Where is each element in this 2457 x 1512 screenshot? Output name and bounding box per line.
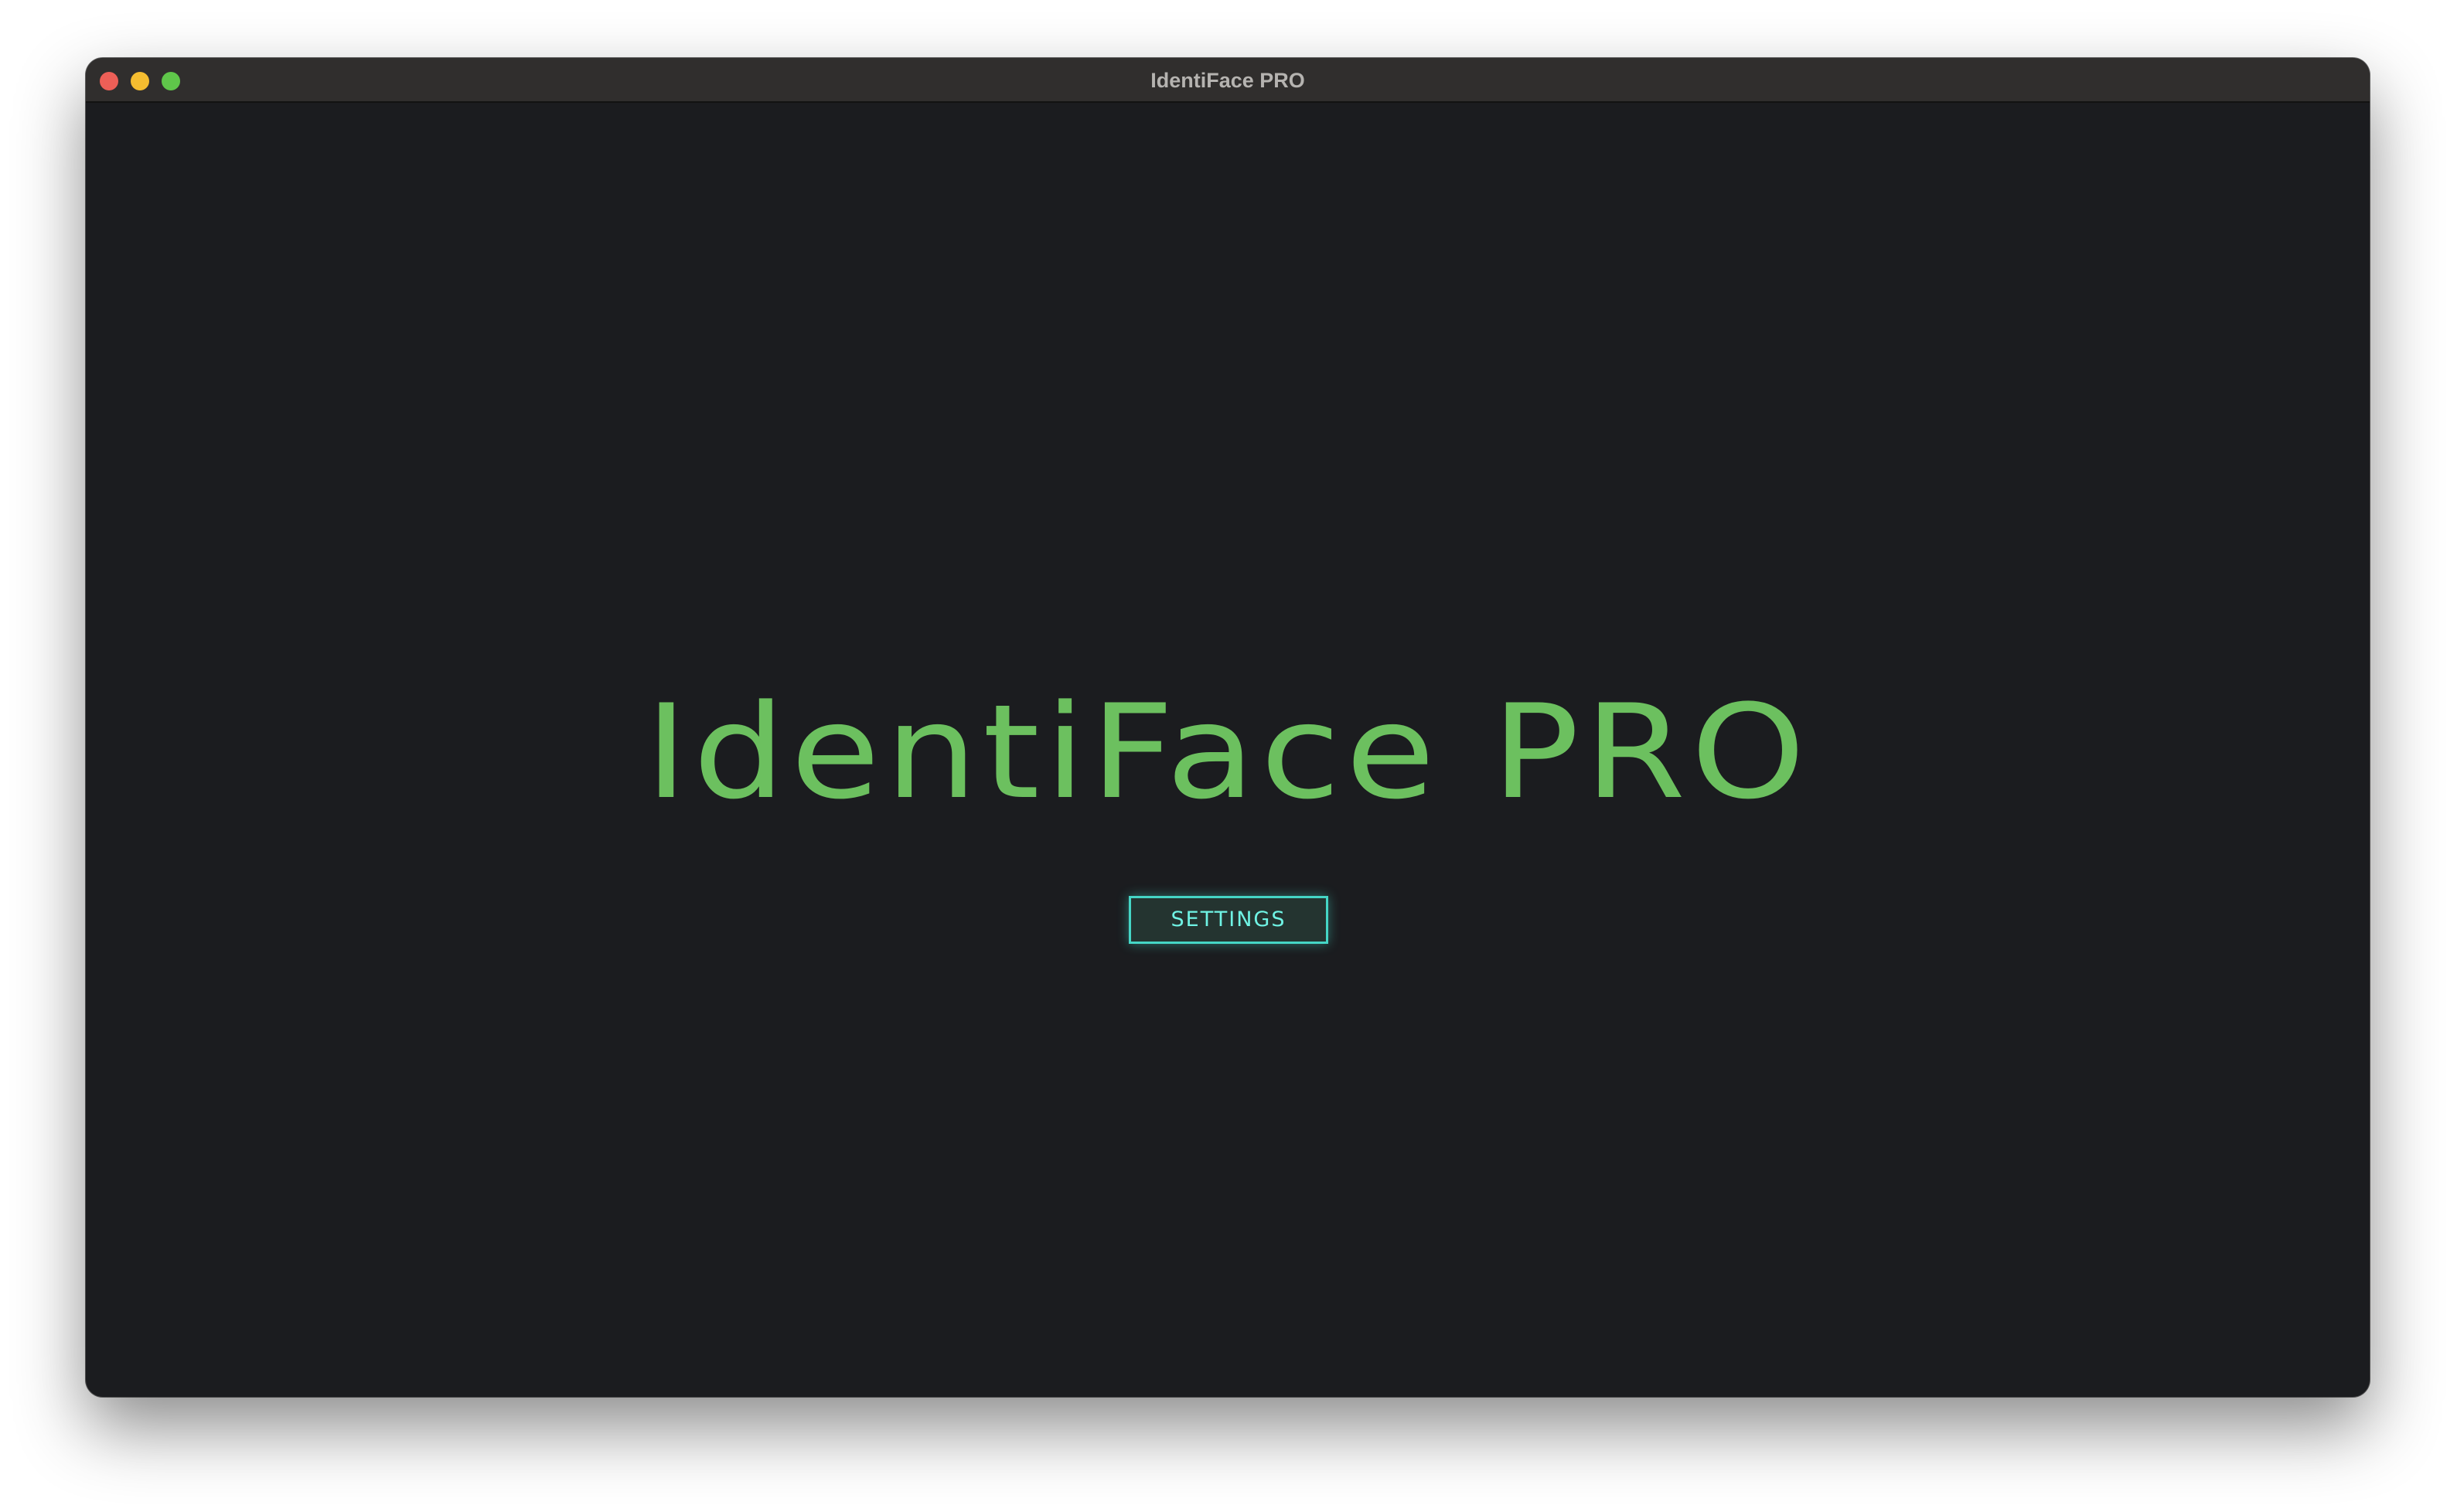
settings-button[interactable]: SETTINGS [1129,896,1328,944]
app-heading: IdentiFace PRO [645,676,1811,828]
title-bar[interactable]: IdentiFace PRO [86,58,2370,103]
app-window: IdentiFace PRO IdentiFace PRO SETTINGS [86,58,2370,1397]
main-content: IdentiFace PRO SETTINGS [86,103,2370,1397]
window-title: IdentiFace PRO [1150,69,1305,92]
